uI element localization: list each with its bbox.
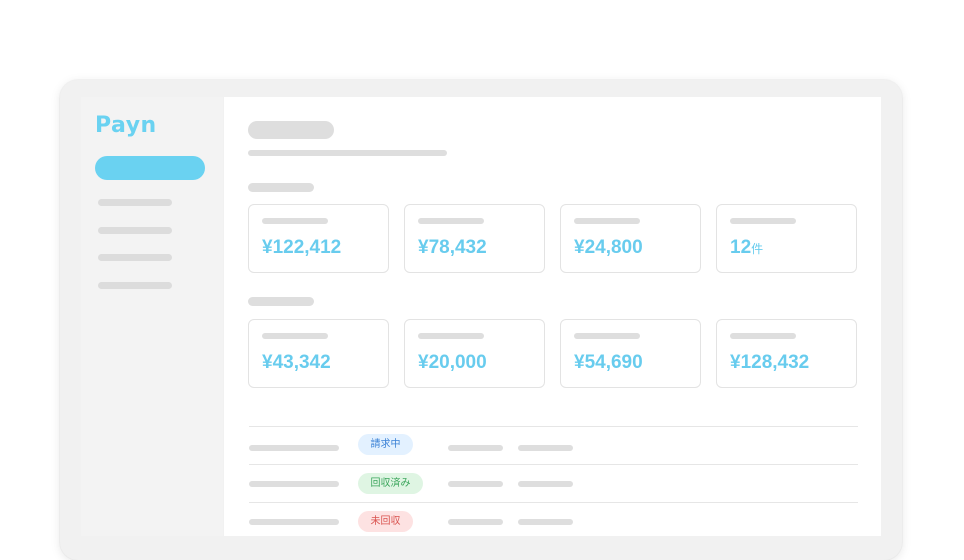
summary-card[interactable]: ¥20,000 xyxy=(404,319,545,388)
summary-card[interactable]: 12件 xyxy=(716,204,857,273)
row-field-placeholder xyxy=(448,481,503,487)
summary-card[interactable]: ¥24,800 xyxy=(560,204,701,273)
app-logo: Payn xyxy=(95,113,157,138)
card-value: ¥122,412 xyxy=(262,237,342,258)
status-badge-collected: 回収済み xyxy=(358,473,423,494)
page-subtitle-placeholder xyxy=(248,150,447,156)
card-label-placeholder xyxy=(574,218,640,224)
summary-card[interactable]: ¥78,432 xyxy=(404,204,545,273)
row-field-placeholder xyxy=(448,445,503,451)
summary-card[interactable]: ¥122,412 xyxy=(248,204,389,273)
card-label-placeholder xyxy=(262,333,328,339)
card-value: ¥20,000 xyxy=(418,352,487,373)
row-name-placeholder xyxy=(249,481,339,487)
summary-card[interactable]: ¥128,432 xyxy=(716,319,857,388)
row-name-placeholder xyxy=(249,519,339,525)
row-field-placeholder xyxy=(518,481,573,487)
sidebar-item[interactable] xyxy=(98,254,172,261)
row-field-placeholder xyxy=(518,519,573,525)
sidebar-item[interactable] xyxy=(98,282,172,289)
row-divider xyxy=(249,464,858,465)
summary-card[interactable]: ¥54,690 xyxy=(560,319,701,388)
row-divider xyxy=(249,502,858,503)
card-value: ¥78,432 xyxy=(418,237,487,258)
sidebar-item[interactable] xyxy=(98,227,172,234)
page-title-placeholder xyxy=(248,121,334,139)
card-value: ¥43,342 xyxy=(262,352,331,373)
card-value: 12件 xyxy=(730,237,764,258)
summary-card[interactable]: ¥43,342 xyxy=(248,319,389,388)
row-field-placeholder xyxy=(518,445,573,451)
sidebar-item-active[interactable] xyxy=(95,156,205,180)
card-label-placeholder xyxy=(574,333,640,339)
card-label-placeholder xyxy=(418,218,484,224)
main-content xyxy=(224,97,881,536)
card-value: ¥24,800 xyxy=(574,237,643,258)
card-label-placeholder xyxy=(730,218,796,224)
row-field-placeholder xyxy=(448,519,503,525)
card-label-placeholder xyxy=(418,333,484,339)
card-value: ¥128,432 xyxy=(730,352,810,373)
section-heading-placeholder xyxy=(248,297,314,306)
card-label-placeholder xyxy=(262,218,328,224)
status-badge-uncollected: 未回収 xyxy=(358,511,413,532)
sidebar-item[interactable] xyxy=(98,199,172,206)
row-divider xyxy=(249,426,858,427)
card-value: ¥54,690 xyxy=(574,352,643,373)
row-name-placeholder xyxy=(249,445,339,451)
section-heading-placeholder xyxy=(248,183,314,192)
card-label-placeholder xyxy=(730,333,796,339)
status-badge-billing: 請求中 xyxy=(358,434,413,455)
